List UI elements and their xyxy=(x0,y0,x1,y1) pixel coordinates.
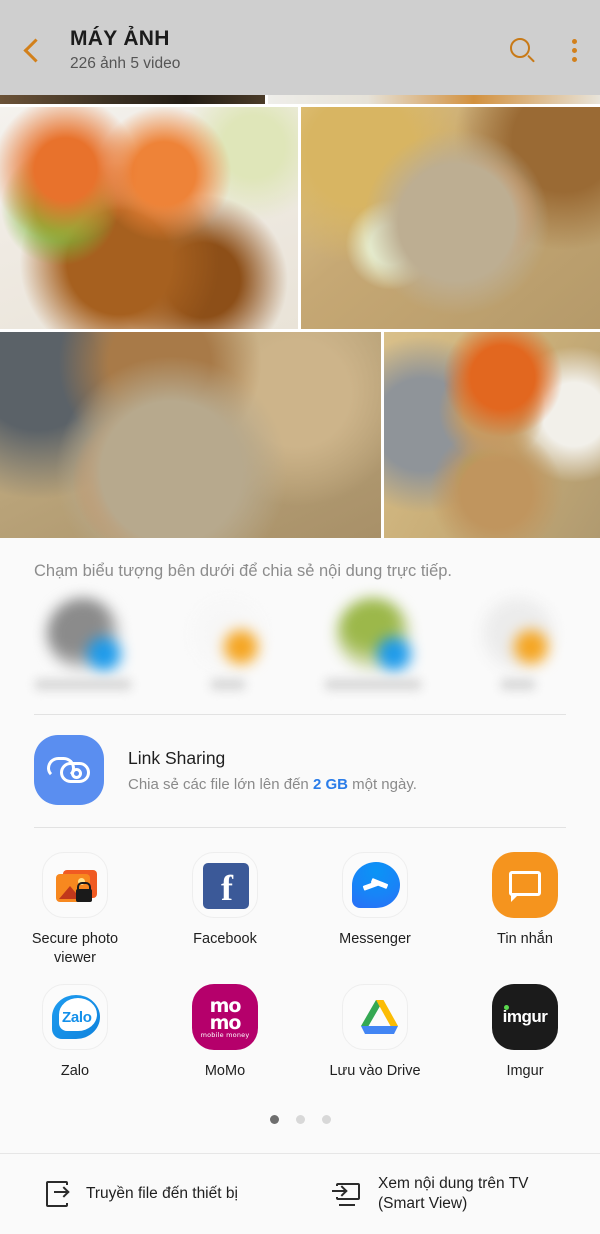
messenger-icon xyxy=(342,852,408,918)
messages-icon xyxy=(492,852,558,918)
page-indicator xyxy=(0,1087,600,1124)
link-sharing-subtitle: Chia sẻ các file lớn lên đến 2 GB một ng… xyxy=(128,775,417,795)
link-sharing-subtitle-after: một ngày. xyxy=(347,775,417,793)
app-messenger[interactable]: Messenger xyxy=(300,852,450,968)
more-vertical-icon xyxy=(571,39,577,62)
back-button[interactable] xyxy=(0,0,70,95)
link-sharing-cloud-icon xyxy=(34,735,104,805)
link-sharing-subtitle-before: Chia sẻ các file lớn lên đến xyxy=(128,775,313,793)
share-sheet-panel: Chạm biểu tượng bên dưới để chia sẻ nội … xyxy=(0,538,600,1234)
transfer-file-label: Truyền file đến thiết bị xyxy=(86,1185,238,1202)
page-subtitle: 226 ảnh 5 video xyxy=(70,55,181,72)
app-messages[interactable]: Tin nhắn xyxy=(450,852,600,968)
photo-thumb-partial-1[interactable] xyxy=(0,95,265,104)
app-grid-row-1: Secure photo viewer f Facebook Messenger xyxy=(0,842,600,974)
search-icon xyxy=(509,38,536,63)
zalo-icon: Zalo xyxy=(42,984,108,1050)
avatar xyxy=(336,598,411,671)
imgur-icon: imgur xyxy=(492,984,558,1050)
momo-icon: mo mo mobile money xyxy=(192,984,258,1050)
momo-wordmark-line3: mobile money xyxy=(200,1031,250,1039)
more-options-button[interactable] xyxy=(548,3,600,98)
app-label: Messenger xyxy=(339,931,411,947)
app-label: Imgur xyxy=(506,1063,544,1079)
smart-view-tv-icon xyxy=(332,1181,360,1207)
direct-share-contact-1[interactable] xyxy=(10,598,155,690)
app-label: Zalo xyxy=(60,1063,90,1079)
app-grid-row-2: Zalo Zalo mo mo mobile money MoMo Lưu và… xyxy=(0,974,600,1087)
link-sharing-row[interactable]: Link Sharing Chia sẻ các file lớn lên đế… xyxy=(0,715,600,827)
avatar xyxy=(481,598,554,670)
app-momo[interactable]: mo mo mobile money MoMo xyxy=(150,984,300,1081)
link-sharing-text: Link Sharing Chia sẻ các file lớn lên đế… xyxy=(128,746,417,795)
transfer-file-icon xyxy=(46,1181,70,1207)
page-dot-2[interactable] xyxy=(295,1115,305,1124)
search-button[interactable] xyxy=(496,3,548,98)
app-label: Secure photo viewer xyxy=(31,931,119,966)
app-secure-photo-viewer[interactable]: Secure photo viewer xyxy=(0,852,150,968)
smart-view-label: Xem nội dung trên TV (Smart View) xyxy=(378,1175,529,1212)
photo-thumb-partial-2[interactable] xyxy=(268,95,600,104)
bottom-action-bar: Truyền file đến thiết bị Xem nội dung tr… xyxy=(0,1153,600,1234)
page-dot-3[interactable] xyxy=(321,1115,331,1124)
photo-image xyxy=(0,95,265,104)
back-chevron-icon xyxy=(22,38,48,63)
direct-share-label xyxy=(34,679,131,690)
direct-share-label xyxy=(500,679,535,690)
photo-grid-row-1 xyxy=(0,107,600,329)
transfer-file-button[interactable]: Truyền file đến thiết bị xyxy=(0,1181,314,1207)
zalo-wordmark: Zalo xyxy=(62,1009,92,1026)
photo-thumb-crab-table[interactable] xyxy=(0,332,381,538)
app-header: MÁY ẢNH 226 ảnh 5 video xyxy=(0,0,600,95)
page-dot-1[interactable] xyxy=(269,1115,279,1124)
share-hint-text: Chạm biểu tượng bên dưới để chia sẻ nội … xyxy=(34,562,453,580)
secure-photo-viewer-icon xyxy=(42,852,108,918)
app-grid: Secure photo viewer f Facebook Messenger xyxy=(0,828,600,1087)
link-sharing-title: Link Sharing xyxy=(128,747,226,768)
direct-share-label xyxy=(324,679,421,690)
photo-image xyxy=(384,332,600,538)
app-label: Lưu vào Drive xyxy=(329,1063,421,1079)
photo-image xyxy=(0,332,381,538)
photo-grid xyxy=(0,95,600,538)
photo-image xyxy=(268,95,600,104)
facebook-icon: f xyxy=(192,852,258,918)
share-sheet-screen: MÁY ẢNH 226 ảnh 5 video Chạm biểu tượng … xyxy=(0,0,600,1234)
direct-share-row xyxy=(0,582,600,690)
direct-share-contact-4[interactable] xyxy=(445,598,590,690)
header-title-block: MÁY ẢNH 226 ảnh 5 video xyxy=(70,20,496,75)
photo-grid-row-2 xyxy=(0,332,600,538)
header-actions xyxy=(496,0,600,98)
smart-view-button[interactable]: Xem nội dung trên TV (Smart View) xyxy=(314,1174,600,1214)
app-label: Tin nhắn xyxy=(497,931,553,947)
app-imgur[interactable]: imgur Imgur xyxy=(450,984,600,1081)
avatar xyxy=(46,598,121,671)
page-title: MÁY ẢNH xyxy=(70,27,170,50)
app-label: MoMo xyxy=(204,1063,246,1079)
photo-thumb-crab-pots[interactable] xyxy=(384,332,600,538)
photo-grid-row-partial xyxy=(0,95,600,104)
app-label: Facebook xyxy=(193,931,257,947)
drive-triangle xyxy=(361,1000,398,1034)
app-google-drive[interactable]: Lưu vào Drive xyxy=(300,984,450,1081)
photo-thumb-crab-claypot[interactable] xyxy=(301,107,600,329)
app-zalo[interactable]: Zalo Zalo xyxy=(0,984,150,1081)
link-sharing-quota: 2 GB xyxy=(312,775,348,793)
direct-share-label xyxy=(210,679,245,690)
google-drive-icon xyxy=(342,984,408,1050)
direct-share-contact-3[interactable] xyxy=(300,598,445,690)
imgur-wordmark: imgur xyxy=(502,1007,548,1026)
photo-image xyxy=(301,107,600,329)
direct-share-contact-2[interactable] xyxy=(155,598,300,690)
app-facebook[interactable]: f Facebook xyxy=(150,852,300,968)
photo-image xyxy=(0,107,298,329)
photo-thumb-crab-plate[interactable] xyxy=(0,107,298,329)
avatar xyxy=(191,598,264,670)
